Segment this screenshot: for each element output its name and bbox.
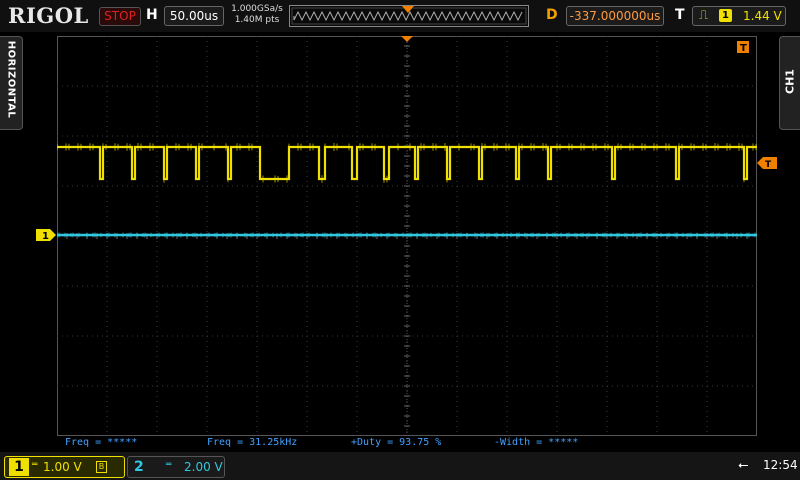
trigger-level-value: 1.44 V	[743, 9, 782, 23]
ch2-scale-value: 2.00 V	[184, 460, 223, 474]
timebase-value[interactable]: 50.00us	[164, 6, 224, 26]
measurement-freq-ch1[interactable]: Freq = 31.25kHz	[207, 437, 297, 448]
ch1-tab-label: CH1	[783, 69, 797, 94]
trigger-source-badge: 1	[719, 9, 732, 22]
measurement-neg-width[interactable]: -Width = *****	[494, 437, 578, 448]
rising-edge-icon: ⎍	[699, 8, 709, 23]
ch2-scale-box[interactable]: 2 ═ 2.00 V	[127, 456, 225, 478]
acquisition-info: 1.000GSa/s 1.40M pts	[229, 4, 285, 26]
trigger-position-marker-label: T	[740, 43, 747, 54]
sample-rate: 1.000GSa/s	[231, 4, 283, 14]
trigger-level-marker-label: T	[765, 160, 772, 170]
delay-label: D	[546, 7, 558, 23]
run-stop-indicator[interactable]: STOP	[99, 7, 141, 26]
waveform-grid: T	[56, 35, 758, 437]
ch1-number-badge: 1	[9, 458, 29, 476]
waveform-display[interactable]: T	[56, 35, 758, 437]
measurement-bar: Freq = ***** Freq = 31.25kHz +Duty = 93.…	[57, 437, 757, 451]
trigger-position-icon	[402, 6, 414, 13]
top-status-bar: RIGOL STOP H 50.00us 1.000GSa/s 1.40M pt…	[0, 0, 800, 32]
trigger-label: T	[675, 7, 685, 23]
trigger-time-marker-icon	[401, 36, 413, 42]
memory-overview-waveform	[291, 6, 527, 25]
ch1-ground-marker[interactable]: 1	[36, 228, 58, 242]
bandwidth-limit-icon: B	[96, 461, 107, 473]
delay-value[interactable]: -337.000000us	[566, 6, 664, 26]
horizontal-menu-tab[interactable]: HORIZONTAL	[0, 36, 23, 130]
ch1-marker-label: 1	[42, 231, 49, 242]
channel-status-bar: 1 ═ 1.00 V B 2 ═ 2.00 V	[0, 452, 800, 480]
dc-coupling-icon: ═	[32, 460, 38, 470]
trigger-settings[interactable]: ⎍ 1 1.44 V	[692, 6, 786, 26]
trigger-level-marker[interactable]: T	[757, 156, 777, 170]
ch2-number-label: 2	[134, 459, 144, 475]
system-clock: 12:54	[763, 458, 798, 472]
horizontal-tab-label: HORIZONTAL	[5, 40, 17, 119]
memory-overview-strip[interactable]	[289, 5, 529, 27]
ch1-menu-tab[interactable]: CH1	[779, 36, 800, 130]
horizontal-label: H	[146, 7, 158, 23]
brand-logo: RIGOL	[8, 3, 89, 28]
usb-icon: ⭠	[738, 458, 749, 473]
ch1-scale-box[interactable]: 1 ═ 1.00 V B	[4, 456, 125, 478]
measurement-freq-ch2[interactable]: Freq = *****	[65, 437, 137, 448]
measurement-duty[interactable]: +Duty = 93.75 %	[351, 437, 441, 448]
memory-depth: 1.40M pts	[234, 15, 280, 25]
dc-coupling-icon-ch2: ═	[166, 460, 172, 470]
trigger-position-marker: T	[737, 41, 749, 54]
ch1-scale-value: 1.00 V	[43, 460, 82, 474]
